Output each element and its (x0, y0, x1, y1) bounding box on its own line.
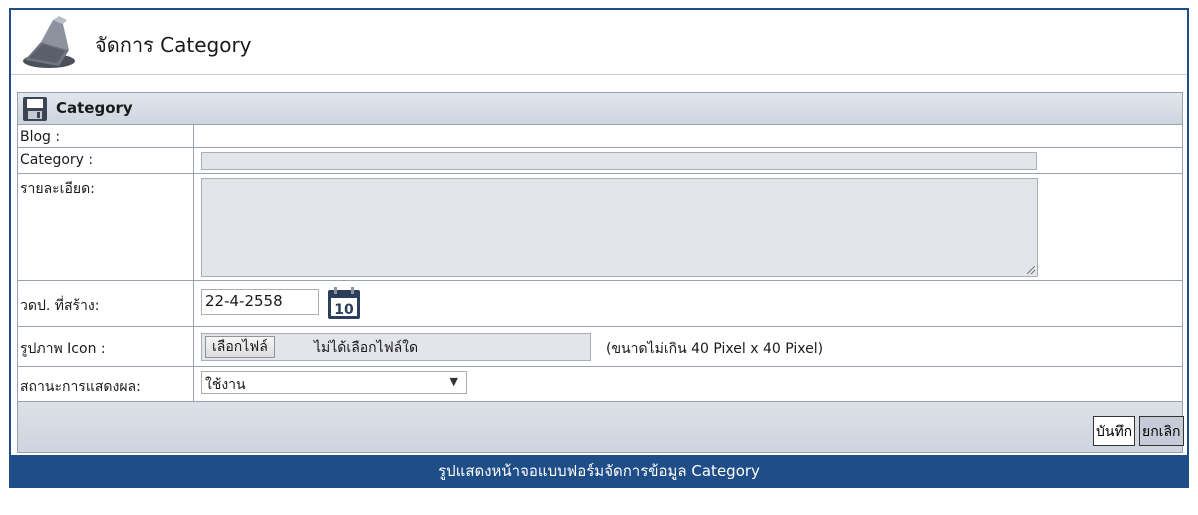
panel-header: Category (18, 93, 1182, 125)
status-select[interactable]: ใช้งาน ▼ (201, 370, 467, 394)
file-status: ไม่ได้เลือกไฟล์ใด (314, 339, 419, 356)
category-form: Blog : Category : รายละเอียด: วดป. ที่สร… (18, 125, 1182, 401)
save-button[interactable]: บันทึก (1093, 416, 1136, 446)
detail-textarea[interactable] (201, 177, 1038, 277)
form-row-detail: รายละเอียด: (18, 172, 1182, 280)
choose-file-button[interactable]: เลือกไฟล์ (205, 335, 275, 358)
form-row-category: Category : (18, 146, 1182, 173)
form-window: จัดการ Category Category Blog : Category… (9, 8, 1189, 455)
form-row-icon: รูปภาพ Icon : เลือกไฟล์ ไม่ได้เลือกไฟล์ใ… (18, 325, 1182, 366)
calendar-icon[interactable]: 10 (326, 285, 362, 321)
status-select-value: ใช้งาน (205, 376, 246, 393)
dropdown-arrow-icon[interactable]: ▼ (450, 375, 458, 388)
button-bar: บันทึก ยกเลิก (18, 401, 1184, 452)
detail-label: รายละเอียด: (18, 172, 194, 280)
status-label: สถานะการแสดงผล: (18, 365, 194, 401)
file-size-hint: (ขนาดไม่เกิน 40 Pixel x 40 Pixel) (606, 340, 824, 357)
figure-caption: รูปแสดงหน้าจอแบบฟอร์มจัดการข้อมูล Catego… (9, 455, 1189, 488)
form-row-blog: Blog : (18, 125, 1182, 147)
calendar-day: 10 (334, 302, 354, 318)
save-icon (23, 97, 47, 121)
form-row-date: วดป. ที่สร้าง: 22-4-2558 10 (18, 279, 1182, 326)
panel-title: Category (56, 99, 133, 117)
resize-grip-icon[interactable] (1027, 265, 1035, 274)
page-title: จัดการ Category (95, 33, 252, 57)
category-panel: Category Blog : Category : รายละเอียด: ว… (17, 92, 1184, 453)
brush-icon (23, 16, 75, 68)
page-header: จัดการ Category (11, 10, 1187, 75)
form-row-status: สถานะการแสดงผล: ใช้งาน ▼ (18, 365, 1182, 401)
category-input[interactable] (201, 151, 1037, 170)
category-label: Category : (18, 146, 194, 173)
file-input[interactable]: เลือกไฟล์ ไม่ได้เลือกไฟล์ใด (201, 332, 591, 361)
icon-label: รูปภาพ Icon : (18, 325, 194, 366)
date-input[interactable]: 22-4-2558 (201, 288, 319, 315)
blog-label: Blog : (18, 125, 194, 147)
cancel-button[interactable]: ยกเลิก (1139, 416, 1184, 446)
date-label: วดป. ที่สร้าง: (18, 279, 194, 326)
blog-value (194, 125, 1183, 147)
